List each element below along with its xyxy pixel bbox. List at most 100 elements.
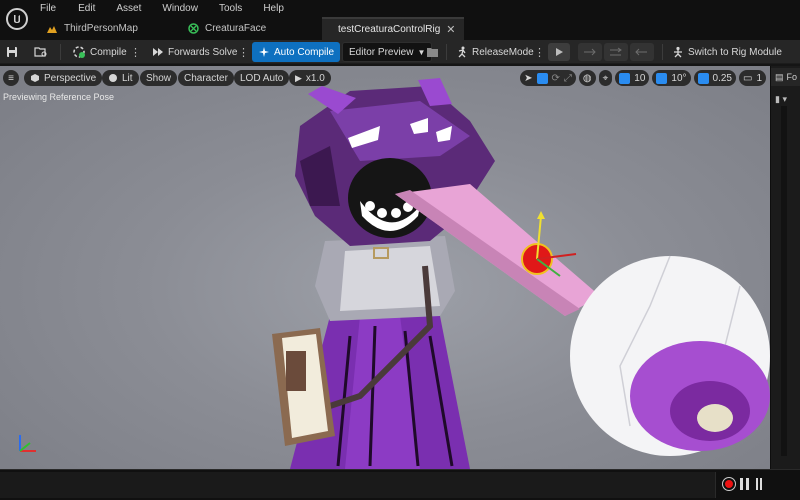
step-out-button[interactable] [630, 42, 654, 62]
tab-label: testCreaturaControlRig [338, 24, 441, 35]
step-into-button[interactable] [604, 42, 628, 62]
transform-mode-group: ➤ ⟳ ⤢ [520, 70, 576, 86]
record-button[interactable] [722, 477, 736, 491]
perspective-button[interactable]: Perspective [24, 70, 103, 86]
play-icon [556, 48, 563, 56]
browse-button[interactable] [34, 42, 48, 62]
playback-speed-button[interactable]: ▶ x1.0 [289, 70, 331, 86]
show-button[interactable]: Show [140, 70, 178, 86]
play-button[interactable] [548, 42, 570, 62]
forwards-solve-icon [153, 48, 163, 56]
lit-label: Lit [122, 72, 133, 84]
scale-snap-button[interactable]: 0.25 [693, 70, 736, 86]
editor-preview-label: Editor Preview [349, 46, 414, 58]
title-bar: File Edit Asset Window Tools Help ThirdP… [0, 0, 800, 40]
perspective-label: Perspective [44, 72, 97, 84]
menu-window[interactable]: Window [162, 3, 198, 14]
speed-label: x1.0 [305, 72, 325, 84]
release-mode-button[interactable]: ReleaseMode [456, 42, 534, 62]
switch-to-rig-module-button[interactable]: Switch to Rig Module [672, 42, 782, 62]
compile-button[interactable]: Compile [72, 42, 127, 62]
camera-speed-value: 1 [756, 72, 762, 84]
dock-tab[interactable]: ▤ Fo [771, 68, 800, 86]
surface-snap-icon: ⌖ [602, 72, 609, 84]
lit-button[interactable]: Lit [102, 70, 139, 86]
level-icon [47, 25, 57, 33]
tab-thirdpersonmap[interactable]: ThirdPersonMap [36, 17, 174, 40]
scale-icon[interactable]: ⤢ [564, 73, 572, 84]
auto-compile-label: Auto Compile [274, 46, 335, 58]
unreal-logo-icon[interactable] [6, 8, 28, 30]
step-icon [584, 48, 596, 56]
save-button[interactable] [6, 42, 18, 62]
pause-button[interactable] [740, 478, 750, 490]
forwards-solve-button[interactable]: Forwards Solve [152, 42, 237, 62]
timeline-bar [0, 469, 800, 500]
tab-label: ThirdPersonMap [64, 23, 138, 34]
viewport[interactable]: ≡ Perspective Lit Show Character LOD Aut… [0, 66, 770, 469]
preview-status-text: Previewing Reference Pose [3, 92, 115, 102]
lod-label: LOD Auto [240, 72, 284, 84]
step-bars-icon [756, 478, 758, 490]
step-into-icon [610, 47, 622, 56]
viewport-options-button[interactable]: ≡ [3, 70, 19, 86]
hamburger-icon: ≡ [8, 72, 14, 84]
translate-icon[interactable] [536, 72, 548, 84]
save-icon [7, 47, 17, 57]
close-icon[interactable]: ✕ [446, 23, 455, 36]
record-icon [725, 480, 733, 488]
lit-sphere-icon [109, 74, 117, 82]
right-dock-panel: ▤ Fo ▮ ▾ [770, 66, 800, 469]
rotate-icon[interactable]: ⟳ [552, 73, 560, 84]
tab-testcreaturacontrolrig[interactable]: testCreaturaControlRig ✕ [322, 17, 464, 40]
editor-preview-dropdown[interactable]: Editor Preview ▼ [342, 42, 433, 62]
rig-module-icon [674, 46, 682, 58]
panel-icon: ▤ [775, 71, 784, 82]
surface-snap-button[interactable]: ⌖ [598, 70, 613, 86]
forwards-solve-label: Forwards Solve [168, 46, 238, 58]
select-icon[interactable]: ➤ [524, 73, 532, 84]
coordinate-space-button[interactable]: ◍ [578, 70, 596, 86]
viewport-render[interactable] [0, 66, 770, 469]
blueprint-icon [188, 23, 199, 34]
rotation-snap-button[interactable]: 10° [652, 70, 691, 86]
lod-button[interactable]: LOD Auto [234, 70, 290, 86]
compile-label: Compile [90, 46, 127, 58]
menu-help[interactable]: Help [263, 3, 284, 14]
step-button[interactable] [756, 478, 766, 490]
toolbar: Compile ⋮ Forwards Solve ⋮ Auto Compile … [0, 40, 800, 64]
solve-options-icon[interactable]: ⋮ [238, 42, 249, 62]
menu-file[interactable]: File [40, 3, 56, 14]
step-out-icon [635, 48, 647, 56]
running-figure-icon [458, 46, 466, 58]
perspective-cube-icon [31, 74, 39, 82]
character-button[interactable]: Character [178, 70, 234, 86]
world-icon: ◍ [582, 72, 592, 84]
play-speed-icon: ▶ [295, 72, 302, 83]
step-forward-button[interactable] [578, 42, 602, 62]
auto-compile-button[interactable]: Auto Compile [252, 42, 341, 62]
camera-icon: ▭ [742, 72, 753, 84]
show-label: Show [146, 72, 172, 84]
dock-scrollbar[interactable] [781, 106, 787, 456]
timeline-track[interactable] [0, 472, 716, 498]
menu-edit[interactable]: Edit [78, 3, 95, 14]
folder-icon [427, 47, 438, 57]
release-mode-label: ReleaseMode [472, 46, 534, 58]
menu-bar: File Edit Asset Window Tools Help [40, 3, 305, 14]
release-options-icon[interactable]: ⋮ [534, 42, 545, 62]
menu-tools[interactable]: Tools [219, 3, 242, 14]
grid-snap-button[interactable]: 10 [615, 70, 650, 86]
scale-snap-value: 0.25 [712, 72, 732, 84]
tab-creaturaface[interactable]: CreaturaFace [174, 17, 322, 40]
camera-speed-button[interactable]: ▭ 1 [738, 70, 766, 86]
compile-status-icon [73, 46, 85, 58]
menu-asset[interactable]: Asset [116, 3, 141, 14]
document-tabs: ThirdPersonMap CreaturaFace testCreatura… [36, 17, 464, 40]
dock-menu-icon[interactable]: ▮ ▾ [775, 94, 787, 105]
preview-folder-button[interactable] [426, 42, 439, 62]
compile-options-icon[interactable]: ⋮ [130, 42, 141, 62]
pause-icon [740, 478, 743, 490]
grid-snap-value: 10 [634, 72, 646, 84]
grid-snap-icon [619, 72, 631, 84]
